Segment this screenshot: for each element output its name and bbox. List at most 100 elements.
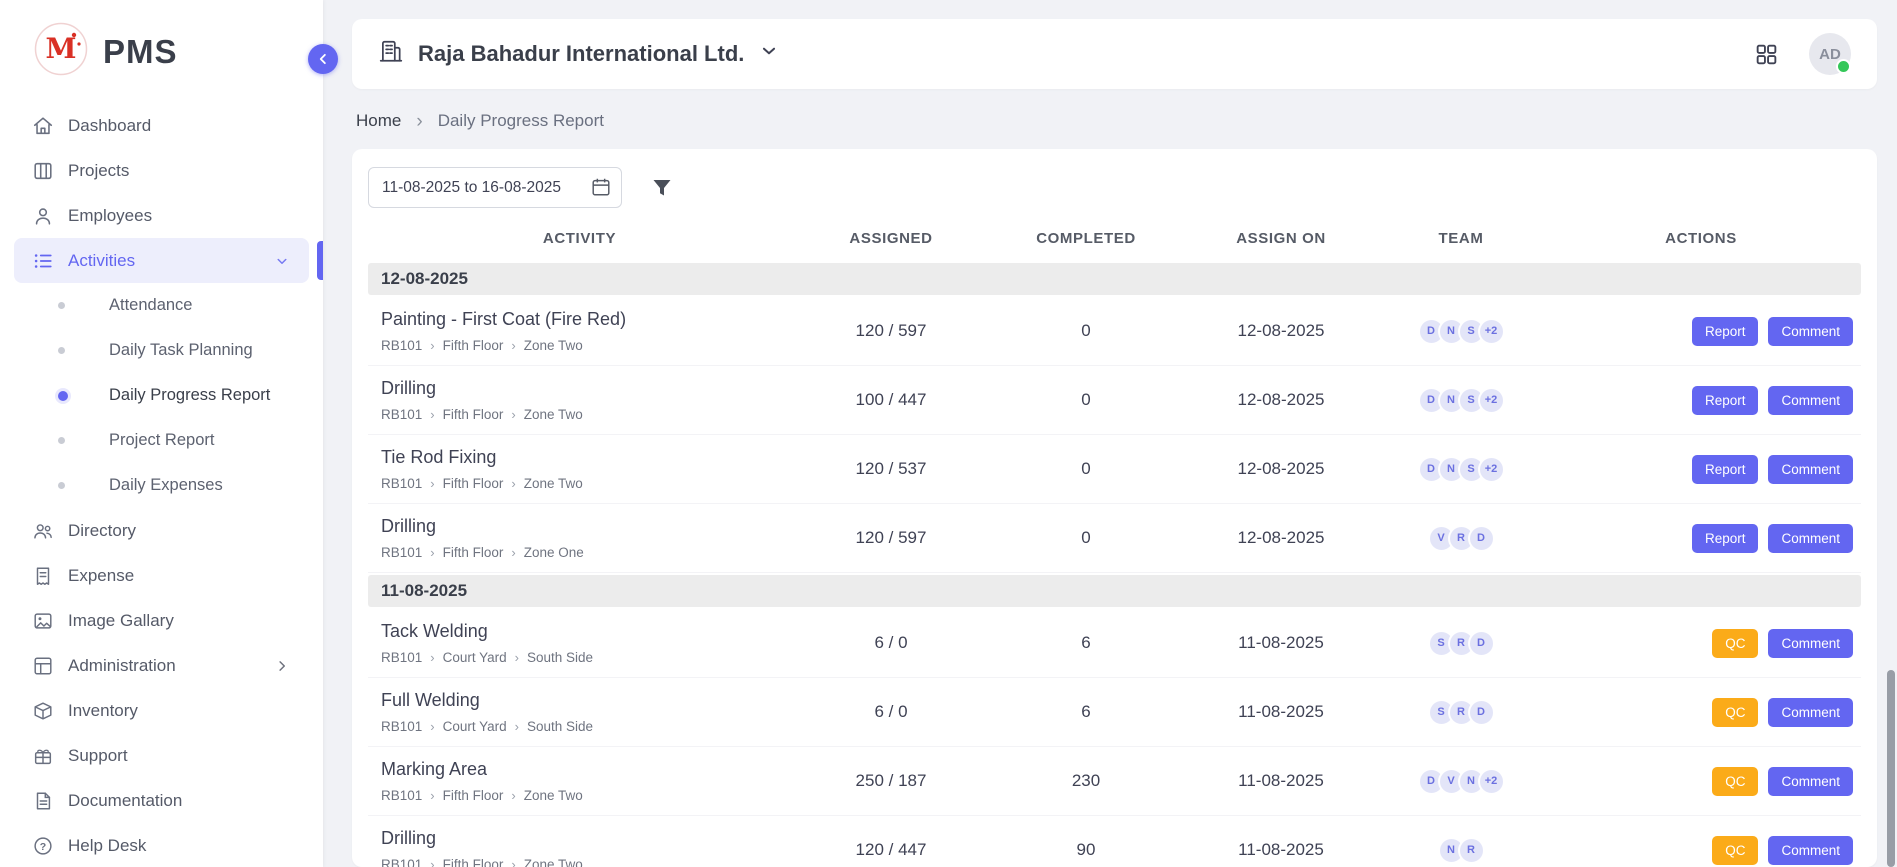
sidebar-subitem-daily-expenses[interactable]: Daily Expenses <box>0 463 323 508</box>
comment-button[interactable]: Comment <box>1768 836 1853 865</box>
report-button[interactable]: Report <box>1692 455 1759 484</box>
table-row: Tie Rod Fixing RB101›Fifth Floor›Zone Tw… <box>368 435 1861 504</box>
chevron-down-icon <box>273 252 291 270</box>
sidebar-item-inventory[interactable]: Inventory <box>14 688 309 733</box>
chevron-right-icon: › <box>511 788 515 803</box>
path-segment: Zone Two <box>524 788 583 803</box>
comment-button[interactable]: Comment <box>1768 386 1853 415</box>
comment-button[interactable]: Comment <box>1768 698 1853 727</box>
team-avatars: SRD <box>1381 630 1541 657</box>
administration-icon <box>32 655 54 677</box>
qc-button[interactable]: QC <box>1712 767 1758 796</box>
date-range-picker[interactable] <box>368 167 622 208</box>
row-actions: Report Comment <box>1541 386 1861 415</box>
sidebar-collapse-button[interactable] <box>308 44 338 74</box>
activity-path: RB101›Fifth Floor›Zone One <box>381 545 783 560</box>
support-icon <box>32 745 54 767</box>
scrollbar-thumb[interactable] <box>1887 670 1895 867</box>
sidebar-item-dashboard[interactable]: Dashboard <box>14 103 309 148</box>
chevron-right-icon: › <box>511 407 515 422</box>
path-segment: Fifth Floor <box>443 338 504 353</box>
comment-button[interactable]: Comment <box>1768 767 1853 796</box>
team-member-avatar[interactable]: R <box>1458 837 1485 864</box>
team-avatars: DNS+2 <box>1381 456 1541 483</box>
breadcrumb-home[interactable]: Home <box>356 111 401 131</box>
sidebar-item-activities[interactable]: Activities <box>14 238 309 283</box>
assign-on-value: 11-08-2025 <box>1181 633 1381 653</box>
team-overflow-badge[interactable]: +2 <box>1478 387 1505 414</box>
activity-cell: Drilling RB101›Fifth Floor›Zone Two <box>368 368 791 432</box>
activity-path: RB101›Fifth Floor›Zone Two <box>381 788 783 803</box>
chevron-down-icon <box>758 40 780 68</box>
activity-name: Full Welding <box>381 690 783 711</box>
team-member-avatar[interactable]: D <box>1468 630 1495 657</box>
sidebar-subitem-daily-progress-report[interactable]: Daily Progress Report <box>0 373 323 418</box>
qc-button[interactable]: QC <box>1712 698 1758 727</box>
assigned-value: 120 / 597 <box>791 321 991 341</box>
comment-button[interactable]: Comment <box>1768 524 1853 553</box>
sidebar-subitem-project-report[interactable]: Project Report <box>0 418 323 463</box>
date-range-input[interactable] <box>368 167 622 208</box>
comment-button[interactable]: Comment <box>1768 629 1853 658</box>
path-segment: Fifth Floor <box>443 476 504 491</box>
gallery-icon <box>32 610 54 632</box>
logo-text: PMS <box>103 33 178 71</box>
breadcrumb-current: Daily Progress Report <box>438 111 604 131</box>
assigned-value: 120 / 447 <box>791 840 991 860</box>
chevron-right-icon: › <box>430 650 434 665</box>
assign-on-value: 11-08-2025 <box>1181 771 1381 791</box>
apps-grid-icon[interactable] <box>1754 42 1779 67</box>
comment-button[interactable]: Comment <box>1768 455 1853 484</box>
report-button[interactable]: Report <box>1692 524 1759 553</box>
sidebar-item-administration[interactable]: Administration <box>14 643 309 688</box>
projects-icon <box>32 160 54 182</box>
sidebar-subitem-label: Daily Task Planning <box>109 341 253 360</box>
completed-value: 0 <box>991 390 1181 410</box>
sidebar-item-label: Projects <box>68 161 129 181</box>
table-row: Drilling RB101›Fifth Floor›Zone Two 100 … <box>368 366 1861 435</box>
activity-name: Marking Area <box>381 759 783 780</box>
team-overflow-badge[interactable]: +2 <box>1478 456 1505 483</box>
sidebar-item-projects[interactable]: Projects <box>14 148 309 193</box>
team-member-avatar[interactable]: D <box>1468 525 1495 552</box>
employees-icon <box>32 205 54 227</box>
app-logo[interactable]: M PMS <box>0 0 323 99</box>
assigned-value: 6 / 0 <box>791 702 991 722</box>
team-member-avatar[interactable]: D <box>1468 699 1495 726</box>
path-segment: Fifth Floor <box>443 857 504 867</box>
calendar-icon[interactable] <box>590 176 612 198</box>
team-overflow-badge[interactable]: +2 <box>1478 768 1505 795</box>
sidebar-item-support[interactable]: Support <box>14 733 309 778</box>
col-actions: ACTIONS <box>1541 230 1861 247</box>
report-button[interactable]: Report <box>1692 317 1759 346</box>
sidebar-item-expense[interactable]: Expense <box>14 553 309 598</box>
row-actions: Report Comment <box>1541 455 1861 484</box>
completed-value: 6 <box>991 633 1181 653</box>
bullet-icon <box>58 302 65 309</box>
sidebar-item-documentation[interactable]: Documentation <box>14 778 309 823</box>
chevron-right-icon <box>273 657 291 675</box>
qc-button[interactable]: QC <box>1712 629 1758 658</box>
path-segment: Zone One <box>524 545 584 560</box>
assign-on-value: 11-08-2025 <box>1181 840 1381 860</box>
team-avatars: DNS+2 <box>1381 318 1541 345</box>
home-icon <box>32 115 54 137</box>
qc-button[interactable]: QC <box>1712 836 1758 865</box>
team-overflow-badge[interactable]: +2 <box>1478 318 1505 345</box>
report-button[interactable]: Report <box>1692 386 1759 415</box>
sidebar-item-image-gallary[interactable]: Image Gallary <box>14 598 309 643</box>
completed-value: 0 <box>991 528 1181 548</box>
sidebar-item-employees[interactable]: Employees <box>14 193 309 238</box>
sidebar-item-directory[interactable]: Directory <box>14 508 309 553</box>
comment-button[interactable]: Comment <box>1768 317 1853 346</box>
user-avatar[interactable]: AD <box>1809 33 1851 75</box>
sidebar-subitem-daily-task-planning[interactable]: Daily Task Planning <box>0 328 323 373</box>
sidebar-subitem-attendance[interactable]: Attendance <box>0 283 323 328</box>
filter-icon[interactable] <box>650 176 674 200</box>
sidebar-item-help-desk[interactable]: ?Help Desk <box>14 823 309 867</box>
team-avatars: VRD <box>1381 525 1541 552</box>
path-segment: RB101 <box>381 650 422 665</box>
inventory-icon <box>32 700 54 722</box>
company-selector[interactable]: Raja Bahadur International Ltd. <box>378 38 780 70</box>
team-avatars: NR <box>1381 837 1541 864</box>
